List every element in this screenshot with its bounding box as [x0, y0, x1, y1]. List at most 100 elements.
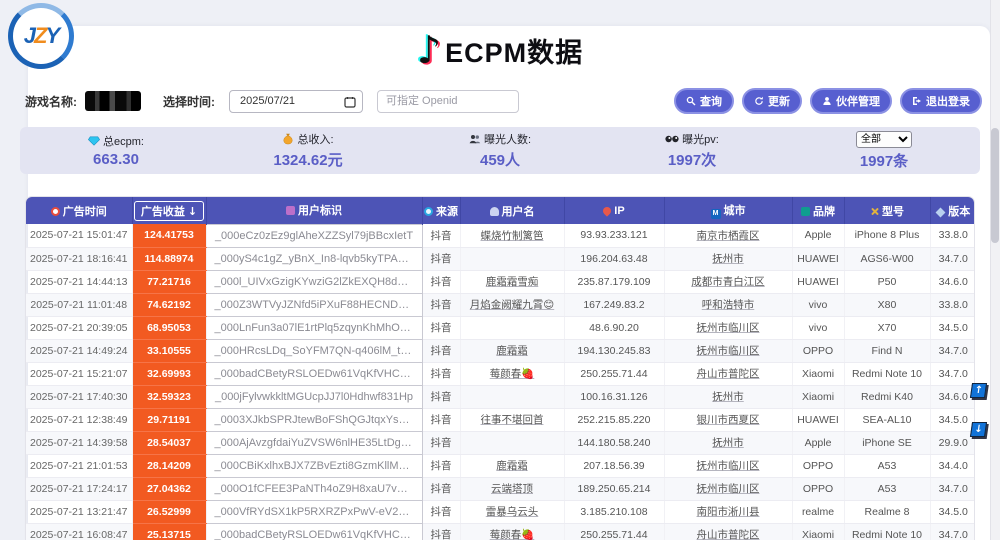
- cell-model: Redmi K40: [844, 385, 930, 408]
- cell-source: 抖音: [422, 339, 460, 362]
- cell-username: [460, 316, 564, 339]
- table-row: 2025-07-21 20:39:0568.95053_000LnFun3a07…: [26, 316, 975, 339]
- cell-model: Realme 8: [844, 500, 930, 523]
- date-picker[interactable]: [229, 90, 363, 113]
- cell-city[interactable]: 抚州市: [664, 247, 792, 270]
- openid-input[interactable]: [377, 90, 519, 113]
- cell-username[interactable]: 莓颜春🍓: [460, 362, 564, 385]
- record-filter-select[interactable]: 全部: [856, 131, 912, 148]
- revenue-sort-button[interactable]: 广告收益 ↓: [134, 201, 204, 221]
- person-icon: [822, 96, 832, 106]
- cell-openid: _000CBiKxlhxBJX7ZBvEzti8GzmKllM1td: [206, 454, 422, 477]
- cell-city[interactable]: 抚州市临川区: [664, 339, 792, 362]
- cell-city[interactable]: 南京市栖霞区: [664, 224, 792, 247]
- cell-time: 2025-07-21 15:01:47: [26, 224, 132, 247]
- table-row: 2025-07-21 13:21:4726.52999_000VfRYdSX1k…: [26, 500, 975, 523]
- cell-city[interactable]: 舟山市普陀区: [664, 523, 792, 540]
- cell-ip: 189.250.65.214: [564, 477, 664, 500]
- cell-username[interactable]: 莓颜春🍓: [460, 523, 564, 540]
- game-name-redacted: [85, 91, 141, 111]
- cell-openid: _000badCBetyRSLOEDw61VqKfVHCwbe9wv: [206, 523, 422, 540]
- filter-bar: 游戏名称: 选择时间: 查询 更新 伙伴管理 退出登录: [25, 88, 982, 114]
- cell-username[interactable]: 鹿霜霜: [460, 454, 564, 477]
- cell-revenue: 74.62192: [132, 293, 206, 316]
- cell-time: 2025-07-21 16:08:47: [26, 523, 132, 540]
- scroll-top-button[interactable]: ↑: [970, 383, 987, 398]
- cell-ip: 167.249.83.2: [564, 293, 664, 316]
- stat-record-filter: 全部 1997条: [788, 131, 980, 171]
- cell-username[interactable]: 蝶烧竹制篱笆: [460, 224, 564, 247]
- cell-city[interactable]: 抚州市: [664, 385, 792, 408]
- cell-revenue: 26.52999: [132, 500, 206, 523]
- cell-city[interactable]: 抚州市临川区: [664, 477, 792, 500]
- cell-version: 34.7.0: [930, 477, 975, 500]
- scroll-bottom-button[interactable]: ↓: [970, 422, 987, 437]
- cell-source: 抖音: [422, 408, 460, 431]
- cell-ip: 100.16.31.126: [564, 385, 664, 408]
- cell-version: 34.6.0: [930, 385, 975, 408]
- cell-city[interactable]: 抚州市: [664, 431, 792, 454]
- column-header-city: M城市: [664, 197, 792, 224]
- cell-username: [460, 431, 564, 454]
- cell-time: 2025-07-21 12:38:49: [26, 408, 132, 431]
- cell-model: X80: [844, 293, 930, 316]
- cell-model: iPhone SE: [844, 431, 930, 454]
- cell-city[interactable]: 舟山市普陀区: [664, 362, 792, 385]
- cell-ip: 196.204.63.48: [564, 247, 664, 270]
- query-button[interactable]: 查询: [674, 88, 734, 114]
- table-row: 2025-07-21 16:08:4725.13715_000badCBetyR…: [26, 523, 975, 540]
- stat-exposure-pv: 曝光pv: 1997次: [596, 131, 788, 170]
- cell-brand: HUAWEI: [792, 408, 844, 431]
- cell-username: [460, 247, 564, 270]
- cell-username[interactable]: 云端塔顶: [460, 477, 564, 500]
- cell-username[interactable]: 雷暴乌云头: [460, 500, 564, 523]
- calendar-icon: [344, 96, 356, 108]
- cell-city[interactable]: 银川市西夏区: [664, 408, 792, 431]
- table-row: 2025-07-21 12:38:4929.71191_0003XJkbSPRJ…: [26, 408, 975, 431]
- logout-button[interactable]: 退出登录: [900, 88, 982, 114]
- column-header-openid: 用户标识: [206, 197, 422, 224]
- cell-username[interactable]: 鹿霜霜: [460, 339, 564, 362]
- cell-version: 34.7.0: [930, 523, 975, 540]
- cell-city[interactable]: 抚州市临川区: [664, 316, 792, 339]
- cell-model: P50: [844, 270, 930, 293]
- cell-model: Redmi Note 10: [844, 523, 930, 540]
- cell-revenue: 29.71191: [132, 408, 206, 431]
- cell-source: 抖音: [422, 523, 460, 540]
- table-header-row: 广告时间广告收益 ↓用户标识来源用户名IPM城市品牌型号版本: [26, 197, 975, 224]
- cell-openid: _000Z3WTVyJZNfd5iPXuF88HECNDCar_L: [206, 293, 422, 316]
- cell-source: 抖音: [422, 385, 460, 408]
- cell-source: 抖音: [422, 316, 460, 339]
- cell-city[interactable]: 抚州市临川区: [664, 454, 792, 477]
- cell-username[interactable]: 往事不堪回首: [460, 408, 564, 431]
- table-row: 2025-07-21 15:21:0732.69993_000badCBetyR…: [26, 362, 975, 385]
- cell-time: 2025-07-21 13:21:47: [26, 500, 132, 523]
- cell-openid: _000VfRYdSX1kP5RXRZPxPwV-eV24t-F4N: [206, 500, 422, 523]
- cell-source: 抖音: [422, 293, 460, 316]
- cell-username[interactable]: 月焰金阙耀九霄😊: [460, 293, 564, 316]
- cell-revenue: 77.21716: [132, 270, 206, 293]
- cell-brand: realme: [792, 500, 844, 523]
- table-row: 2025-07-21 14:49:2433.10555_000HRcsLDq_S…: [26, 339, 975, 362]
- cell-time: 2025-07-21 15:21:07: [26, 362, 132, 385]
- cell-version: 34.5.0: [930, 500, 975, 523]
- cell-city[interactable]: 成都市青白江区: [664, 270, 792, 293]
- cell-ip: 194.130.245.83: [564, 339, 664, 362]
- date-input[interactable]: [230, 91, 362, 112]
- scrollbar-thumb[interactable]: [991, 128, 999, 243]
- cell-version: 34.4.0: [930, 454, 975, 477]
- cell-brand: vivo: [792, 316, 844, 339]
- cell-city[interactable]: 南阳市淅川县: [664, 500, 792, 523]
- cell-time: 2025-07-21 11:01:48: [26, 293, 132, 316]
- partner-manage-button[interactable]: 伙伴管理: [810, 88, 892, 114]
- cell-source: 抖音: [422, 270, 460, 293]
- cell-model: Find N: [844, 339, 930, 362]
- column-header-model: 型号: [844, 197, 930, 224]
- brand-icon: [801, 207, 810, 216]
- stat-value: 1997次: [668, 149, 716, 170]
- refresh-button[interactable]: 更新: [742, 88, 802, 114]
- cell-city[interactable]: 呼和浩特市: [664, 293, 792, 316]
- cell-version: 33.8.0: [930, 293, 975, 316]
- table-row: 2025-07-21 18:16:41114.88974_000yS4c1gZ_…: [26, 247, 975, 270]
- cell-username[interactable]: 鹿霜霜雪痴: [460, 270, 564, 293]
